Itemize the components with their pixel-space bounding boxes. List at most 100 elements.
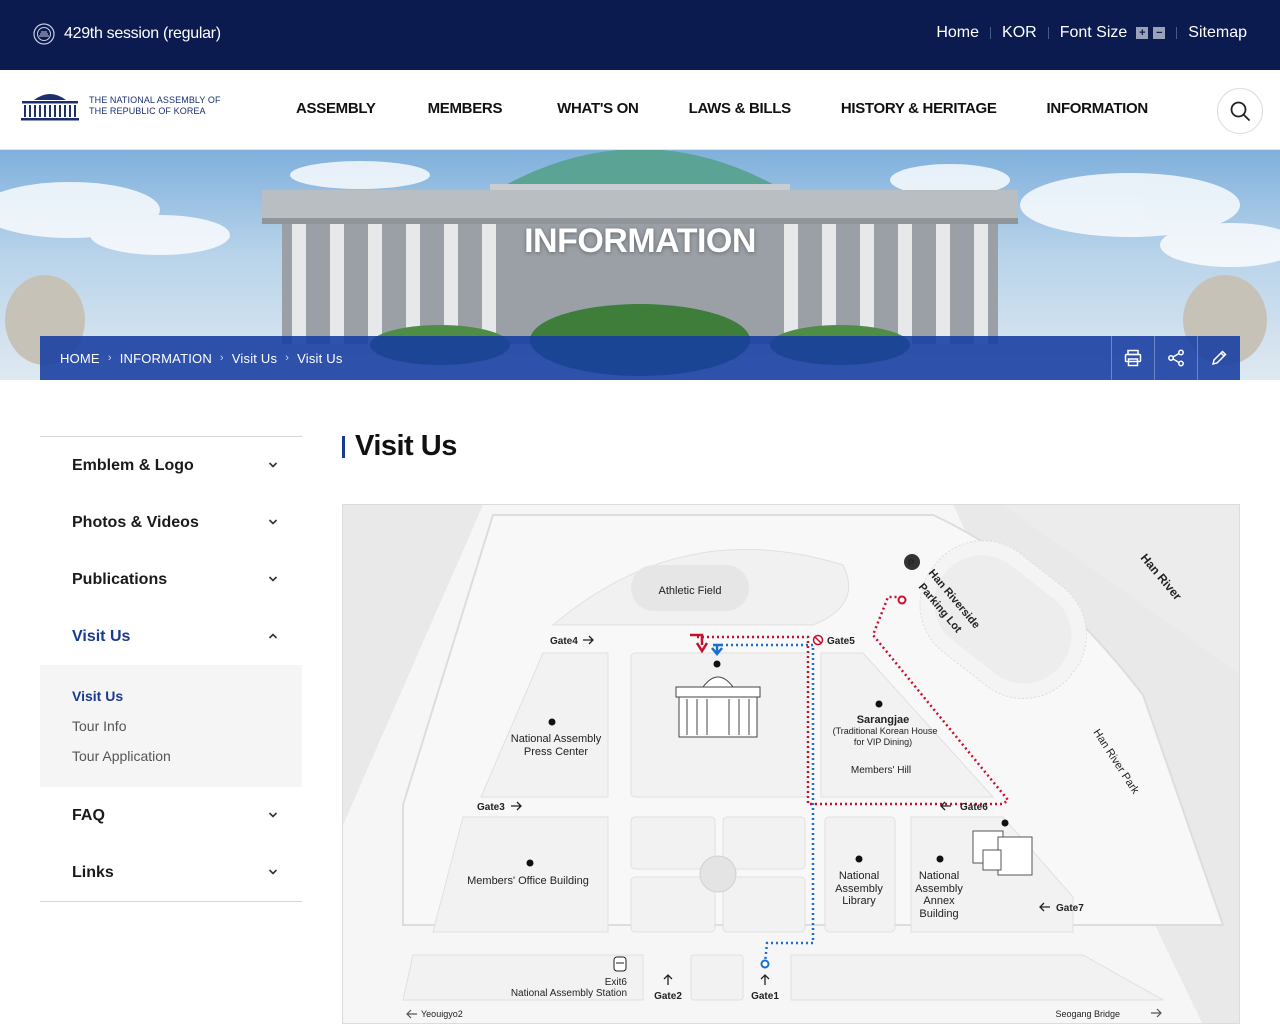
sidebar-item-label: Visit Us	[72, 627, 131, 645]
divider	[1176, 27, 1178, 39]
divider	[1047, 27, 1049, 39]
sidebar-item-publications[interactable]: Publications	[40, 551, 302, 608]
utility-links: Home KOR Font Size + − Sitemap	[936, 24, 1247, 42]
sidebar-item-label: Publications	[72, 570, 168, 588]
sarangjae-label-1: Sarangjae	[857, 714, 910, 726]
sidebar-item-photos-videos[interactable]: Photos & Videos	[40, 494, 302, 551]
logo-line-2: THE REPUBLIC OF KOREA	[89, 106, 206, 116]
breadcrumb-information[interactable]: INFORMATION	[120, 351, 212, 366]
members-hill-label: Members' Hill	[851, 765, 911, 776]
gate3-label: Gate3	[477, 802, 505, 813]
breadcrumb: HOME › INFORMATION › Visit Us › Visit Us	[60, 351, 343, 366]
chevron-up-icon	[268, 633, 278, 639]
chevron-right-icon: ›	[285, 352, 290, 364]
sidebar-item-label: Photos & Videos	[72, 513, 199, 531]
sarangjae-label-3: for VIP Dining)	[854, 737, 912, 747]
submenu-item-visit-us[interactable]: Visit Us	[72, 681, 270, 711]
font-increase-icon[interactable]: +	[1136, 27, 1149, 39]
svg-text:P: P	[908, 558, 914, 568]
chevron-down-icon	[268, 519, 278, 525]
chevron-down-icon	[268, 812, 278, 818]
sidebar-item-label: Emblem & Logo	[72, 456, 194, 474]
library-label-3: Library	[842, 895, 876, 907]
font-size-controls: + −	[1133, 27, 1166, 39]
gate4-label: Gate4	[550, 636, 578, 647]
annex-label-2: Assembly	[915, 883, 963, 895]
sidebar-item-faq[interactable]: FAQ	[40, 787, 302, 844]
nav-members[interactable]: MEMBERS	[428, 100, 503, 117]
submenu-item-tour-info[interactable]: Tour Info	[72, 711, 270, 741]
nav-assembly[interactable]: ASSEMBLY	[296, 100, 376, 117]
edit-button[interactable]	[1197, 336, 1240, 380]
language-kor-link[interactable]: KOR	[1002, 24, 1037, 42]
press-center-label-1: National Assembly	[511, 733, 602, 745]
session-indicator: 429th session (regular)	[33, 23, 221, 45]
nav-information[interactable]: INFORMATION	[1047, 100, 1149, 117]
library-label-2: Assembly	[835, 883, 883, 895]
office-building-label: Members' Office Building	[467, 875, 589, 887]
hero-banner: INFORMATION HOME › INFORMATION › Visit U…	[0, 150, 1280, 380]
subway-icon	[613, 956, 627, 972]
logo-line-1: THE NATIONAL ASSEMBLY OF	[89, 95, 221, 105]
gate1-label: Gate1	[751, 991, 779, 1002]
breadcrumb-bar: HOME › INFORMATION › Visit Us › Visit Us	[40, 336, 1240, 380]
chevron-down-icon	[268, 869, 278, 875]
gate7-label: Gate7	[1056, 903, 1084, 914]
athletic-field-label: Athletic Field	[659, 585, 722, 597]
page-tools	[1111, 336, 1240, 380]
annex-label-1: National	[919, 870, 959, 882]
session-text: 429th session (regular)	[64, 25, 221, 42]
hero-title: INFORMATION	[524, 222, 756, 260]
font-size-label: Font Size	[1059, 24, 1128, 41]
sidebar-submenu: Visit Us Tour Info Tour Application	[40, 665, 302, 787]
nav-history-heritage[interactable]: HISTORY & HERITAGE	[841, 100, 997, 117]
press-center-label-2: Press Center	[524, 746, 589, 758]
breadcrumb-current: Visit Us	[297, 350, 343, 366]
site-header: THE NATIONAL ASSEMBLY OF THE REPUBLIC OF…	[0, 70, 1280, 150]
yeouigyo-label: Yeouigyo2	[421, 1009, 463, 1019]
assembly-seal-icon	[33, 23, 55, 45]
chevron-right-icon: ›	[219, 352, 224, 364]
gate5-label: Gate5	[827, 636, 855, 647]
print-icon	[1124, 349, 1142, 367]
search-icon	[1230, 101, 1250, 121]
page-title-text: Visit Us	[355, 430, 457, 462]
nav-laws-bills[interactable]: LAWS & BILLS	[689, 100, 792, 117]
campus-map-illustration: Athletic Field P Han Riverside Parking L…	[343, 505, 1239, 1023]
print-button[interactable]	[1111, 336, 1154, 380]
nav-whats-on[interactable]: WHAT'S ON	[557, 100, 639, 117]
font-decrease-icon[interactable]: −	[1153, 27, 1166, 39]
library-label-1: National	[839, 870, 879, 882]
exit6-label: Exit6	[605, 977, 628, 988]
sarangjae-label-2: (Traditional Korean House	[833, 726, 938, 736]
breadcrumb-visit-us[interactable]: Visit Us	[232, 351, 277, 366]
share-button[interactable]	[1154, 336, 1197, 380]
home-link[interactable]: Home	[936, 24, 979, 42]
annex-label-4: Building	[919, 908, 958, 920]
sitemap-link[interactable]: Sitemap	[1188, 24, 1247, 42]
sidebar-item-links[interactable]: Links	[40, 844, 302, 901]
gate6-label: Gate6	[960, 802, 988, 813]
title-accent-bar	[342, 435, 345, 458]
chevron-down-icon	[268, 576, 278, 582]
sidebar-menu: Emblem & Logo Photos & Videos Publicatio…	[40, 436, 302, 902]
search-button[interactable]	[1217, 88, 1263, 134]
sidebar-item-visit-us[interactable]: Visit Us	[40, 608, 302, 665]
site-logo[interactable]: THE NATIONAL ASSEMBLY OF THE REPUBLIC OF…	[20, 90, 221, 122]
pencil-icon	[1211, 350, 1227, 366]
sidebar-item-label: FAQ	[72, 806, 105, 824]
share-icon	[1168, 349, 1184, 367]
sidebar-item-label: Links	[72, 863, 114, 881]
top-utility-bar: 429th session (regular) Home KOR Font Si…	[0, 0, 1280, 70]
station-label: National Assembly Station	[511, 988, 627, 999]
campus-map: Athletic Field P Han Riverside Parking L…	[342, 504, 1240, 1024]
gate2-label: Gate2	[654, 991, 682, 1002]
chevron-right-icon: ›	[107, 352, 112, 364]
breadcrumb-home[interactable]: HOME	[60, 351, 100, 366]
page-title: Visit Us	[342, 430, 457, 463]
divider	[990, 27, 992, 39]
submenu-item-tour-application[interactable]: Tour Application	[72, 741, 270, 771]
assembly-building-logo-icon	[21, 94, 79, 121]
annex-label-3: Annex	[923, 895, 955, 907]
sidebar-item-emblem-logo[interactable]: Emblem & Logo	[40, 437, 302, 494]
